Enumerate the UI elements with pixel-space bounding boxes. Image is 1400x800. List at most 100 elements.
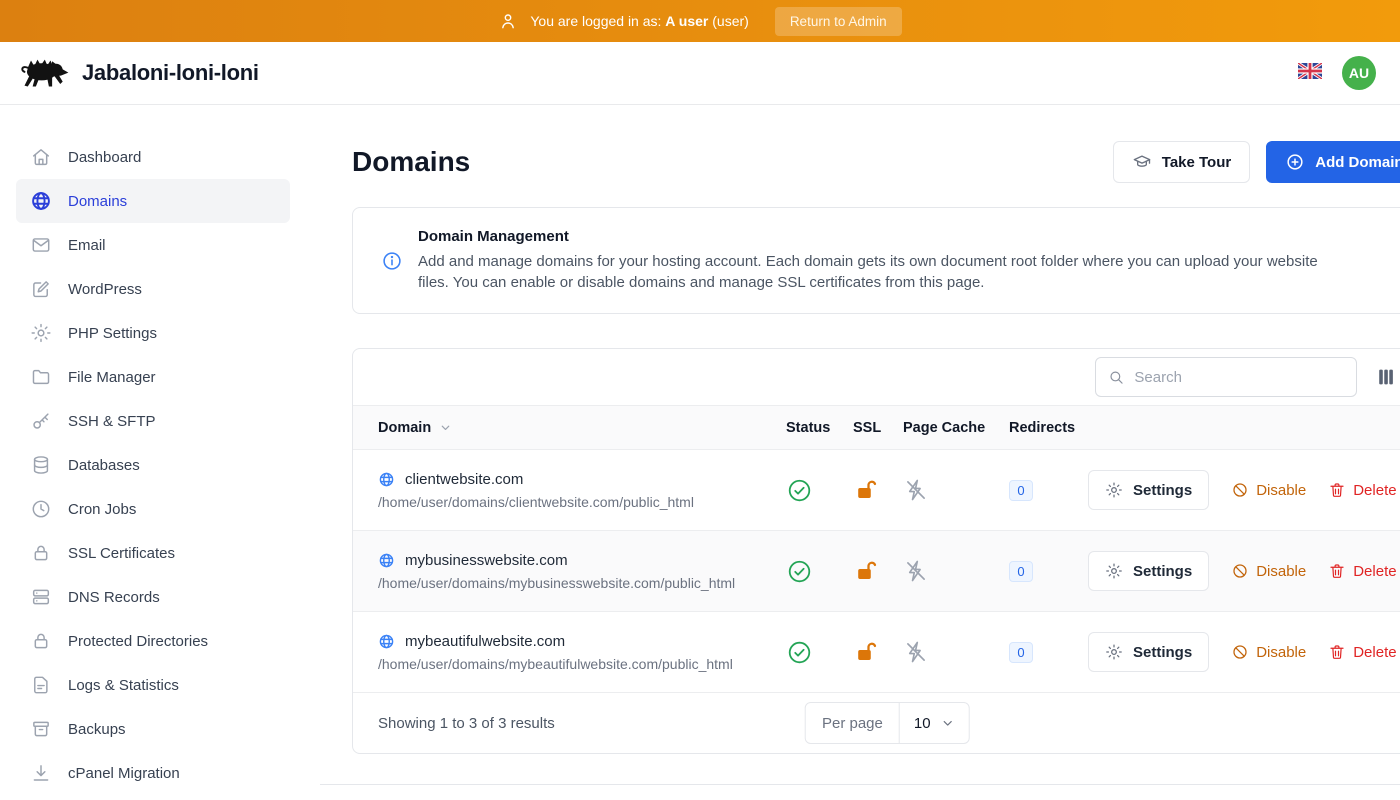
sidebar-item-cron-jobs[interactable]: Cron Jobs (16, 487, 290, 531)
sidebar-item-label: Databases (68, 457, 140, 474)
return-to-admin-button[interactable]: Return to Admin (775, 7, 902, 36)
domain-name: mybusinesswebsite.com (405, 552, 568, 569)
disable-button[interactable]: Disable (1231, 643, 1306, 661)
domain-name: mybeautifulwebsite.com (405, 633, 565, 650)
brand-name: Jabaloni-loni-loni (82, 60, 259, 86)
status-active-check-icon (786, 639, 813, 666)
sidebar-item-label: Logs & Statistics (68, 677, 179, 694)
add-domain-label: Add Domain (1315, 154, 1400, 171)
per-page-selector[interactable]: Per page 10 (805, 702, 970, 744)
folder-icon (30, 366, 52, 388)
sidebar-item-backups[interactable]: Backups (16, 707, 290, 751)
sidebar-item-label: DNS Records (68, 589, 160, 606)
sidebar-item-dashboard[interactable]: Dashboard (16, 135, 290, 179)
sidebar-item-label: Dashboard (68, 149, 141, 166)
sidebar-item-file-manager[interactable]: File Manager (16, 355, 290, 399)
disable-button[interactable]: Disable (1231, 481, 1306, 499)
domains-table-card: Domain Status SSL Page Cache Redirects c… (352, 348, 1400, 754)
sidebar-item-label: Domains (68, 193, 127, 210)
add-domain-button[interactable]: Add Domain (1266, 141, 1400, 183)
sidebar-item-label: Backups (68, 721, 126, 738)
sidebar-item-protected-directories[interactable]: Protected Directories (16, 619, 290, 663)
column-header-ssl: SSL (853, 420, 903, 436)
sidebar-item-label: WordPress (68, 281, 142, 298)
redirects-count-badge: 0 (1009, 642, 1033, 663)
table-row: clientwebsite.com /home/user/domains/cli… (353, 450, 1400, 531)
download-icon (30, 762, 52, 784)
document-root-path: /home/user/domains/mybusinesswebsite.com… (378, 575, 786, 591)
take-tour-button[interactable]: Take Tour (1113, 141, 1250, 183)
sidebar-item-label: SSL Certificates (68, 545, 175, 562)
globe-icon (378, 552, 395, 569)
page-title: Domains (352, 146, 470, 178)
key-icon (30, 410, 52, 432)
gear-icon (30, 322, 52, 344)
plus-circle-icon (1285, 152, 1305, 172)
mail-icon (30, 234, 52, 256)
sidebar-item-databases[interactable]: Databases (16, 443, 290, 487)
column-header-domain[interactable]: Domain (353, 420, 786, 436)
ssl-unlocked-icon[interactable] (853, 639, 879, 665)
sidebar-item-dns-records[interactable]: DNS Records (16, 575, 290, 619)
sidebar-item-label: cPanel Migration (68, 765, 180, 782)
delete-button[interactable]: Delete (1328, 481, 1396, 499)
banner-message: You are logged in as: A user (user) (530, 13, 748, 29)
take-tour-label: Take Tour (1162, 154, 1231, 171)
ban-icon (1231, 562, 1249, 580)
table-row: mybeautifulwebsite.com /home/user/domain… (353, 612, 1400, 693)
sidebar-item-cpanel-migration[interactable]: cPanel Migration (16, 751, 290, 795)
user-icon (498, 11, 518, 31)
section-divider (320, 784, 1400, 785)
globe-icon (378, 633, 395, 650)
sidebar-item-wordpress[interactable]: WordPress (16, 267, 290, 311)
results-summary: Showing 1 to 3 of 3 results (378, 715, 555, 732)
column-header-page-cache: Page Cache (903, 420, 1009, 436)
delete-button[interactable]: Delete (1328, 643, 1396, 661)
settings-button[interactable]: Settings (1088, 632, 1209, 672)
trash-icon (1328, 643, 1346, 661)
sidebar-item-label: SSH & SFTP (68, 413, 156, 430)
settings-button[interactable]: Settings (1088, 470, 1209, 510)
lock-icon (30, 630, 52, 652)
edit-icon (30, 278, 52, 300)
brand-logo[interactable]: Jabaloni-loni-loni (18, 51, 259, 96)
sidebar-item-label: File Manager (68, 369, 156, 386)
server-icon (30, 586, 52, 608)
app-header: Jabaloni-loni-loni AU (0, 42, 1400, 105)
impersonation-banner: You are logged in as: A user (user) Retu… (0, 0, 1400, 42)
sidebar-item-email[interactable]: Email (16, 223, 290, 267)
page-cache-off-icon[interactable] (903, 558, 929, 584)
delete-button[interactable]: Delete (1328, 562, 1396, 580)
settings-button[interactable]: Settings (1088, 551, 1209, 591)
per-page-label: Per page (806, 703, 900, 743)
sort-chevron-down-icon (439, 421, 452, 434)
column-header-redirects: Redirects (1009, 420, 1088, 436)
disable-button[interactable]: Disable (1231, 562, 1306, 580)
ssl-unlocked-icon[interactable] (853, 477, 879, 503)
page-cache-off-icon[interactable] (903, 639, 929, 665)
info-icon (381, 250, 403, 272)
user-avatar[interactable]: AU (1342, 56, 1376, 90)
globe-icon (30, 190, 52, 212)
main-content: Domains Take Tour Add Domain Domain Mana… (320, 105, 1400, 800)
lock-icon (30, 542, 52, 564)
info-card-title: Domain Management (418, 228, 1348, 245)
columns-icon (1375, 366, 1397, 388)
sidebar-item-logs-statistics[interactable]: Logs & Statistics (16, 663, 290, 707)
sidebar-item-php-settings[interactable]: PHP Settings (16, 311, 290, 355)
sidebar-item-domains[interactable]: Domains (16, 179, 290, 223)
sidebar-item-label: Cron Jobs (68, 501, 136, 518)
ssl-unlocked-icon[interactable] (853, 558, 879, 584)
sidebar-item-ssh-sftp[interactable]: SSH & SFTP (16, 399, 290, 443)
sidebar-item-ssl-certificates[interactable]: SSL Certificates (16, 531, 290, 575)
search-input[interactable] (1134, 369, 1343, 386)
clock-icon (30, 498, 52, 520)
boar-logo-icon (18, 51, 70, 96)
language-flag-uk-icon[interactable] (1298, 63, 1322, 84)
sidebar-item-label: Email (68, 237, 106, 254)
page-cache-off-icon[interactable] (903, 477, 929, 503)
per-page-value: 10 (914, 715, 931, 732)
document-root-path: /home/user/domains/mybeautifulwebsite.co… (378, 656, 786, 672)
globe-icon (378, 471, 395, 488)
column-settings-button[interactable] (1375, 366, 1397, 388)
